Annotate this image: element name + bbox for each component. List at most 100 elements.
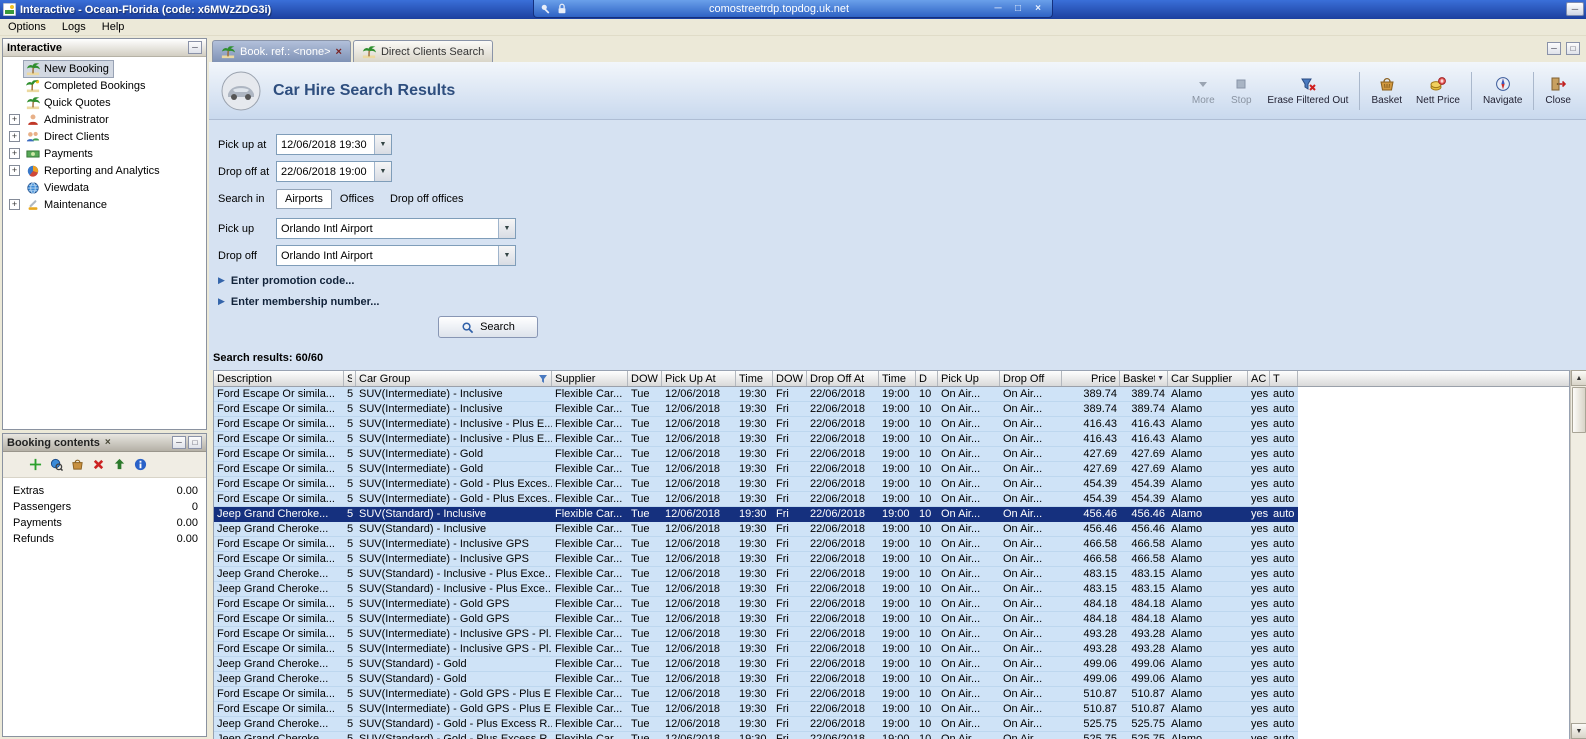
export-icon[interactable] (113, 458, 126, 471)
result-row[interactable]: Jeep Grand Cheroke... 5 SUV(Standard) - In… (214, 507, 1298, 522)
collapse-panel-button[interactable]: ─ (188, 41, 202, 54)
tab-book-ref-none[interactable]: Book. ref.: <none> × (212, 40, 351, 62)
column-header-t[interactable]: T (1270, 371, 1298, 386)
panel-minimize-button[interactable]: ─ (172, 436, 186, 449)
mdi-minimize-button[interactable]: ─ (1547, 42, 1561, 55)
result-row[interactable]: Jeep Grand Cheroke... 5 SUV(Standard) - Go… (214, 657, 1298, 672)
sidebar-item-direct-clients[interactable]: + Direct Clients (3, 128, 206, 145)
sidebar-item-quick-quotes[interactable]: Quick Quotes (3, 94, 206, 111)
dropdown-arrow-icon[interactable]: ▼ (498, 246, 515, 265)
result-row[interactable]: Jeep Grand Cheroke... 5 SUV(Standard) - In… (214, 582, 1298, 597)
result-row[interactable]: Jeep Grand Cheroke... 5 SUV(Standard) - In… (214, 522, 1298, 537)
result-row[interactable]: Ford Escape Or simila... 5 SUV(Intermediat… (214, 417, 1298, 432)
result-row[interactable]: Ford Escape Or simila... 5 SUV(Intermediat… (214, 402, 1298, 417)
vertical-scrollbar[interactable]: ▲ ▼ (1570, 370, 1586, 739)
sidebar-item-administrator[interactable]: + Administrator (3, 111, 206, 128)
result-row[interactable]: Ford Escape Or simila... 5 SUV(Intermediat… (214, 642, 1298, 657)
dropdown-arrow-icon[interactable]: ▼ (498, 219, 515, 238)
sidebar-item-reporting-and-analytics[interactable]: + Reporting and Analytics (3, 162, 206, 179)
menu-logs[interactable]: Logs (54, 19, 94, 36)
column-header-time[interactable]: Time (736, 371, 773, 386)
navigate-button[interactable]: Navigate (1476, 74, 1529, 108)
tree-expander-icon[interactable]: + (9, 165, 20, 176)
scroll-up-button[interactable]: ▲ (1571, 370, 1586, 386)
result-row[interactable]: Jeep Grand Cheroke... 5 SUV(Standard) - In… (214, 567, 1298, 582)
promotion-code-expander[interactable]: ▶ Enter promotion code... (218, 274, 1586, 287)
tree-expander-icon[interactable]: + (9, 148, 20, 159)
mdi-restore-button[interactable]: □ (1566, 42, 1580, 55)
delete-icon[interactable] (92, 458, 105, 471)
column-header-basket[interactable]: Basket ▼ (1120, 371, 1168, 386)
erase-filtered-out-button[interactable]: Erase Filtered Out (1260, 74, 1355, 108)
searchin-tab-airports[interactable]: Airports (276, 189, 332, 209)
rdp-minimize-button[interactable]: ─ (990, 3, 1006, 14)
result-row[interactable]: Ford Escape Or simila... 5 SUV(Intermediat… (214, 687, 1298, 702)
column-header-d[interactable]: D (916, 371, 938, 386)
tab-close-icon[interactable]: × (336, 46, 342, 58)
search-button[interactable]: Search (438, 316, 538, 338)
column-header-dow[interactable]: DOW (628, 371, 662, 386)
sidebar-item-viewdata[interactable]: Viewdata (3, 179, 206, 196)
column-header-car-supplier[interactable]: Car Supplier (1168, 371, 1248, 386)
result-row[interactable]: Ford Escape Or simila... 5 SUV(Intermediat… (214, 447, 1298, 462)
result-row[interactable]: Ford Escape Or simila... 5 SUV(Intermediat… (214, 432, 1298, 447)
result-row[interactable]: Ford Escape Or simila... 5 SUV(Intermediat… (214, 477, 1298, 492)
close-button[interactable]: Close (1538, 74, 1578, 108)
result-row[interactable]: Ford Escape Or simila... 5 SUV(Intermediat… (214, 702, 1298, 717)
tab-direct-clients-search[interactable]: Direct Clients Search (352, 40, 494, 62)
add-icon[interactable] (29, 458, 42, 471)
result-row[interactable]: Ford Escape Or simila... 5 SUV(Intermediat… (214, 627, 1298, 642)
result-row[interactable]: Jeep Grand Cheroke... 5 SUV(Standard) - Go… (214, 732, 1298, 739)
titlebar-corner-button[interactable]: ─ (1566, 2, 1584, 16)
sidebar-item-payments[interactable]: + Payments (3, 145, 206, 162)
result-row[interactable]: Ford Escape Or simila... 5 SUV(Intermediat… (214, 387, 1298, 402)
tree-expander-icon[interactable]: + (9, 114, 20, 125)
column-header-ac[interactable]: AC (1248, 371, 1270, 386)
to-basket-icon[interactable] (71, 458, 84, 471)
rdp-restore-button[interactable]: □ (1010, 3, 1026, 14)
column-header-description[interactable]: Description (214, 371, 344, 386)
dropoff-location-combobox[interactable]: Orlando Intl Airport ▼ (276, 245, 516, 266)
view-icon[interactable] (50, 458, 63, 471)
result-row[interactable]: Ford Escape Or simila... 5 SUV(Intermediat… (214, 462, 1298, 477)
sidebar-item-completed-bookings[interactable]: Completed Bookings (3, 77, 206, 94)
result-row[interactable]: Jeep Grand Cheroke... 5 SUV(Standard) - Go… (214, 672, 1298, 687)
result-row[interactable]: Ford Escape Or simila... 5 SUV(Intermediat… (214, 612, 1298, 627)
pin-icon[interactable] (540, 3, 552, 15)
result-row[interactable]: Ford Escape Or simila... 5 SUV(Intermediat… (214, 552, 1298, 567)
close-panel-icon[interactable]: × (105, 437, 111, 448)
column-header-car-group[interactable]: Car Group (356, 371, 552, 386)
membership-number-expander[interactable]: ▶ Enter membership number... (218, 295, 1586, 308)
searchin-tab-offices[interactable]: Offices (332, 190, 382, 208)
column-header-pick-up-at[interactable]: Pick Up At (662, 371, 736, 386)
dropoff-at-combobox[interactable]: 22/06/2018 19:00 ▼ (276, 161, 392, 182)
info-icon[interactable] (134, 458, 147, 471)
nett-price-button[interactable]: Nett Price (1409, 74, 1467, 108)
column-header-time[interactable]: Time (879, 371, 916, 386)
column-header-supplier[interactable]: Supplier (552, 371, 628, 386)
column-header-drop-off[interactable]: Drop Off (1000, 371, 1062, 386)
menu-options[interactable]: Options (0, 19, 54, 36)
column-header-pick-up[interactable]: Pick Up (938, 371, 1000, 386)
scrollbar-thumb[interactable] (1572, 387, 1586, 433)
column-header-dow[interactable]: DOW (773, 371, 807, 386)
rdp-close-button[interactable]: × (1030, 3, 1046, 14)
result-row[interactable]: Ford Escape Or simila... 5 SUV(Intermediat… (214, 492, 1298, 507)
pickup-at-combobox[interactable]: 12/06/2018 19:30 ▼ (276, 134, 392, 155)
dropdown-arrow-icon[interactable]: ▼ (374, 162, 391, 181)
result-row[interactable]: Ford Escape Or simila... 5 SUV(Intermediat… (214, 537, 1298, 552)
result-row[interactable]: Ford Escape Or simila... 5 SUV(Intermediat… (214, 597, 1298, 612)
column-header-s[interactable]: S (344, 371, 356, 386)
result-row[interactable]: Jeep Grand Cheroke... 5 SUV(Standard) - Go… (214, 717, 1298, 732)
column-header-drop-off-at[interactable]: Drop Off At (807, 371, 879, 386)
searchin-tab-drop-off-offices[interactable]: Drop off offices (382, 190, 472, 208)
dropdown-arrow-icon[interactable]: ▼ (374, 135, 391, 154)
column-header-price[interactable]: Price (1062, 371, 1120, 386)
sidebar-item-maintenance[interactable]: + Maintenance (3, 196, 206, 213)
menu-help[interactable]: Help (94, 19, 133, 36)
sidebar-item-new-booking[interactable]: New Booking (3, 59, 206, 78)
tree-expander-icon[interactable]: + (9, 131, 20, 142)
tree-expander-icon[interactable]: + (9, 199, 20, 210)
scroll-down-button[interactable]: ▼ (1571, 723, 1586, 739)
pickup-location-combobox[interactable]: Orlando Intl Airport ▼ (276, 218, 516, 239)
